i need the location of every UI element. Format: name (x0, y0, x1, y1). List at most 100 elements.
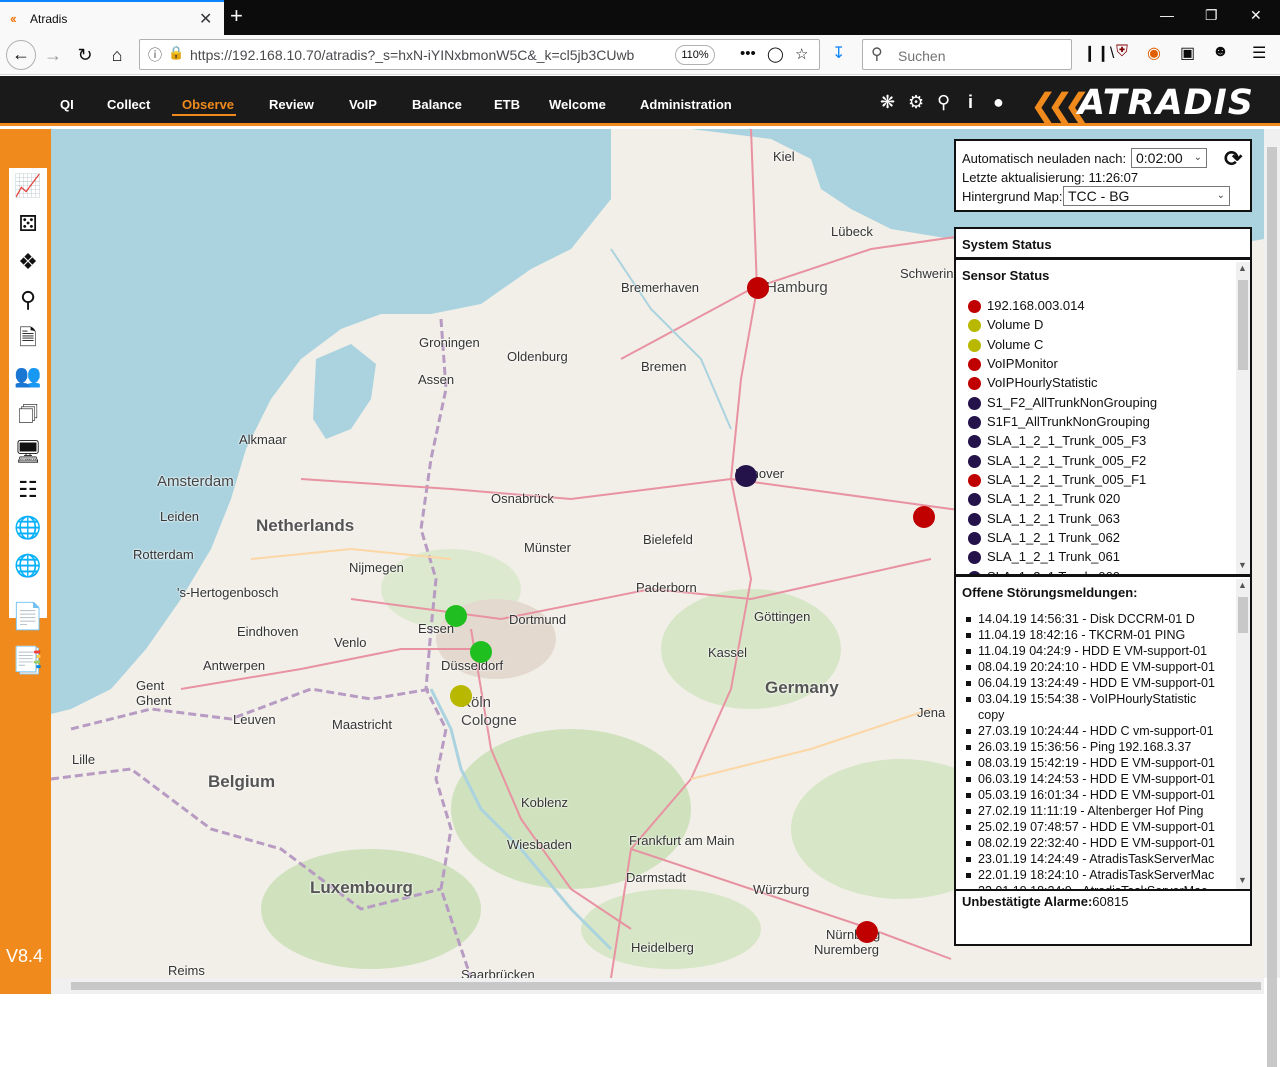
sensor-item[interactable]: 192.168.003.014 (966, 297, 1236, 316)
restore-icon[interactable]: ❐ (1205, 7, 1218, 24)
map-marker-hanover[interactable] (735, 465, 757, 487)
sensor-item[interactable]: SLA_1_2_1 Trunk_061 (966, 548, 1236, 567)
fault-item[interactable]: 08.03.19 15:42:19 - HDD E VM-support-01 (966, 755, 1226, 771)
sensor-item[interactable]: SLA_1_2_1 Trunk_063 (966, 510, 1236, 529)
document-search-icon[interactable]: 🗎 (11, 322, 45, 354)
magnifier-icon[interactable]: ⚲ (11, 284, 45, 316)
page-vertical-scrollbar[interactable] (1264, 129, 1280, 1067)
download-icon[interactable]: ↧ (832, 43, 845, 63)
scroll-up-icon[interactable]: ▲ (1238, 580, 1247, 590)
bookmark-star-icon[interactable]: ☆ (795, 45, 808, 63)
document-icon[interactable]: 📄 (11, 599, 45, 633)
fault-item[interactable]: 03.04.19 15:54:38 - VoIPHourlyStatistic … (966, 691, 1226, 723)
reload-icon[interactable]: ↻ (72, 42, 98, 68)
info-icon[interactable]: i (968, 92, 973, 113)
sensor-item[interactable]: SLA_1_2_1_Trunk_005_F2 (966, 452, 1236, 471)
map-marker-magdeburg[interactable] (913, 506, 935, 528)
documents-icon[interactable]: 📑 (11, 643, 45, 677)
browser-tab[interactable]: ‹‹ Atradis ✕ (0, 0, 224, 35)
fault-item[interactable]: 11.04.19 04:24:9 - HDD E VM-support-01 (966, 643, 1226, 659)
extension-icon[interactable]: ◉ (1147, 43, 1161, 63)
scroll-thumb[interactable] (1238, 280, 1248, 370)
fault-item[interactable]: 23.01.19 14:24:49 - AtradisTaskServerMac (966, 851, 1226, 867)
fault-item[interactable]: 06.04.19 13:24:49 - HDD E VM-support-01 (966, 675, 1226, 691)
scroll-thumb[interactable] (1267, 147, 1277, 1067)
page-horizontal-scrollbar[interactable] (51, 978, 1264, 994)
scroll-down-icon[interactable]: ▼ (1238, 875, 1247, 885)
globe-sys-icon[interactable]: 🌐 (11, 512, 45, 544)
settings-gear-icon[interactable]: ⚙ (908, 92, 924, 113)
library-icon[interactable]: ❙❙\ (1083, 43, 1114, 63)
fault-item[interactable]: 05.03.19 16:01:34 - HDD E VM-support-01 (966, 787, 1226, 803)
fault-item[interactable]: 27.02.19 11:11:19 - Altenberger Hof Ping (966, 803, 1226, 819)
fault-item[interactable]: 26.03.19 15:36:56 - Ping 192.168.3.37 (966, 739, 1226, 755)
account-icon[interactable]: ☻ (1212, 43, 1229, 61)
fault-item[interactable]: 14.04.19 14:56:31 - Disk DCCRM-01 D (966, 611, 1226, 627)
refresh-icon[interactable]: ⟳ (1224, 146, 1242, 172)
monitor-chart-icon[interactable]: 📈 (11, 170, 45, 202)
forward-icon[interactable]: → (40, 42, 66, 68)
monitor-clock-icon[interactable]: 🖥 (11, 436, 45, 468)
menu-welcome[interactable]: Welcome (549, 97, 606, 112)
menu-qi[interactable]: QI (60, 97, 74, 112)
fault-item[interactable]: 08.02.19 22:32:40 - HDD E VM-support-01 (966, 835, 1226, 851)
scroll-up-icon[interactable]: ▲ (1238, 263, 1247, 273)
sensor-item[interactable]: Volume C (966, 336, 1236, 355)
fault-item[interactable]: 11.04.19 18:42:16 - TKCRM-01 PING (966, 627, 1226, 643)
info-icon[interactable]: ⓘ (148, 45, 162, 65)
close-tab-icon[interactable]: ✕ (199, 9, 212, 29)
map-marker-nuernberg[interactable] (856, 921, 878, 943)
url-text[interactable]: https://192.168.10.70/atradis?_s=hxN-iYI… (190, 47, 640, 63)
map-marker-hamburg[interactable] (747, 277, 769, 299)
ublock-icon[interactable]: ⛨ (1116, 43, 1128, 61)
sensor-list-scrollbar[interactable]: ▲ ▼ (1236, 262, 1250, 574)
menu-balance[interactable]: Balance (412, 97, 462, 112)
reload-interval-select[interactable]: 0:02:00 ⌄ (1131, 148, 1207, 168)
scroll-thumb[interactable] (71, 982, 1261, 990)
globe-tam-icon[interactable]: 🌐 (11, 550, 45, 582)
map-marker-duesseldorf[interactable] (470, 641, 492, 663)
sensor-item[interactable]: SLA_1_2_1_Trunk_005_F3 (966, 432, 1236, 451)
sensor-item[interactable]: VoIPMonitor (966, 355, 1236, 374)
map-marker-essen[interactable] (445, 605, 467, 627)
scroll-down-icon[interactable]: ▼ (1238, 560, 1247, 570)
pocket-icon[interactable]: ◯ (767, 45, 784, 63)
menu-collect[interactable]: Collect (107, 97, 150, 112)
menu-etb[interactable]: ETB (494, 97, 520, 112)
users-search-icon[interactable]: 👥 (11, 360, 45, 392)
fault-item[interactable]: 22.01.19 18:24:10 - AtradisTaskServerMac (966, 867, 1226, 883)
sensor-item[interactable]: SLA_1_2_1_Trunk_005_F1 (966, 471, 1236, 490)
url-bar[interactable]: ⓘ 🔒 https://192.168.10.70/atradis?_s=hxN… (139, 39, 820, 70)
system-status-panel[interactable]: System Status (954, 227, 1252, 259)
dice-icon[interactable]: ⚄ (11, 208, 45, 240)
network-tree-icon[interactable]: ☷ (11, 474, 45, 506)
sensor-item[interactable]: S1_F2_AllTrunkNonGrouping (966, 394, 1236, 413)
scroll-thumb[interactable] (1238, 597, 1248, 633)
zoom-level[interactable]: 110% (675, 45, 715, 65)
back-icon[interactable]: ← (6, 40, 36, 70)
window-close-icon[interactable]: ✕ (1250, 7, 1262, 24)
reader-view-icon[interactable]: ▣ (1180, 43, 1195, 63)
minimize-icon[interactable]: — (1160, 7, 1174, 23)
fault-item[interactable]: 06.03.19 14:24:53 - HDD E VM-support-01 (966, 771, 1226, 787)
fault-item[interactable]: 27.03.19 10:24:44 - HDD C vm-support-01 (966, 723, 1226, 739)
new-tab-icon[interactable]: + (230, 3, 243, 29)
sensor-item[interactable]: Volume D (966, 316, 1236, 335)
search-box[interactable]: ⚲ Suchen (862, 39, 1072, 70)
lock-warning-icon[interactable]: 🔒 (168, 45, 184, 61)
puzzle-icon[interactable]: ❖ (11, 246, 45, 278)
menu-observe[interactable]: Observe (172, 97, 237, 116)
menu-voip[interactable]: VoIP (349, 97, 377, 112)
home-icon[interactable]: ⌂ (104, 42, 130, 68)
unconfirmed-alarms-panel[interactable]: Unbestätigte Alarme:60815 (954, 889, 1252, 946)
background-map-select[interactable]: TCC - BG ⌄ (1063, 186, 1230, 206)
user-icon[interactable]: ● (993, 92, 1004, 113)
loading-spinner-icon[interactable]: ❋ (880, 92, 895, 113)
menu-review[interactable]: Review (269, 97, 314, 112)
fault-item[interactable]: 25.02.19 07:48:57 - HDD E VM-support-01 (966, 819, 1226, 835)
map-marker-koeln[interactable] (450, 685, 472, 707)
fault-item[interactable]: 08.04.19 20:24:10 - HDD E VM-support-01 (966, 659, 1226, 675)
id-card-icon[interactable]: 🗇 (11, 398, 45, 430)
hamburger-menu-icon[interactable]: ☰ (1252, 43, 1266, 63)
sensor-item[interactable]: S1F1_AllTrunkNonGrouping (966, 413, 1236, 432)
